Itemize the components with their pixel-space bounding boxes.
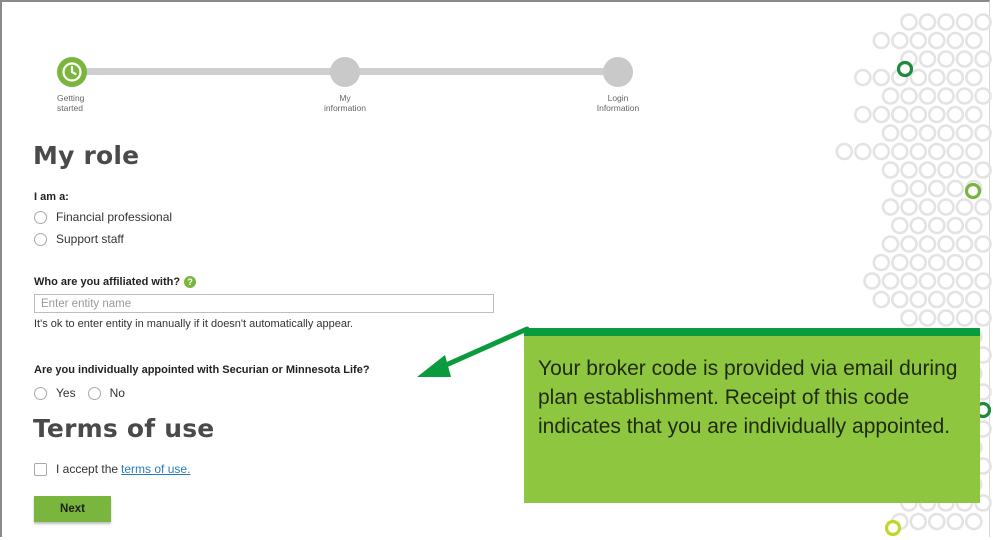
- question-icon[interactable]: ?: [184, 276, 197, 289]
- step-label-my-information: My information: [323, 93, 367, 113]
- stepper-line-2: [357, 68, 607, 75]
- step-getting-started-marker: [57, 57, 87, 87]
- stepper-line-1: [83, 68, 333, 75]
- accept-terms-row[interactable]: I accept the terms of use.: [34, 462, 190, 476]
- appointment-no-label: No: [109, 386, 125, 400]
- callout-arrow-icon: [417, 326, 530, 377]
- affiliation-question: Who are you affiliated with??: [34, 276, 197, 289]
- step-my-information-marker: [330, 57, 360, 87]
- entity-hint: It's ok to enter entity in manually if i…: [34, 318, 354, 330]
- terms-of-use-heading: Terms of use: [33, 414, 215, 443]
- appointment-question: Are you individually appointed with Secu…: [34, 364, 370, 376]
- role-option-financial-professional[interactable]: Financial professional: [34, 210, 172, 224]
- radio-no[interactable]: [87, 386, 101, 400]
- progress-stepper: Getting started My information Login Inform…: [55, 55, 645, 125]
- entity-name-input[interactable]: [34, 294, 494, 313]
- affiliation-question-text: Who are you affiliated with?: [34, 276, 181, 288]
- radio-yes[interactable]: [34, 386, 47, 400]
- terms-of-use-link[interactable]: terms of use.: [121, 462, 190, 476]
- radio-button[interactable]: [34, 232, 47, 246]
- radio-button[interactable]: [34, 210, 47, 224]
- step-label-login-information: Login Information: [596, 93, 640, 113]
- accept-terms-checkbox[interactable]: [34, 462, 47, 476]
- role-option-support-staff[interactable]: Support staff: [34, 232, 124, 246]
- broker-code-callout: Your broker code is provided via email d…: [524, 328, 980, 503]
- appointment-yes-label: Yes: [56, 386, 76, 400]
- appointment-options: Yes No: [34, 386, 125, 400]
- step-label-getting-started: Getting started: [57, 93, 85, 113]
- step-login-information-marker: [603, 57, 633, 87]
- role-question: I am a:: [34, 191, 69, 203]
- clock-icon: [62, 62, 82, 82]
- role-option-label: Support staff: [56, 232, 124, 246]
- role-option-label: Financial professional: [56, 210, 173, 224]
- my-role-heading: My role: [33, 141, 140, 170]
- next-button[interactable]: Next: [34, 496, 111, 522]
- accept-terms-label: I accept the: [56, 462, 119, 476]
